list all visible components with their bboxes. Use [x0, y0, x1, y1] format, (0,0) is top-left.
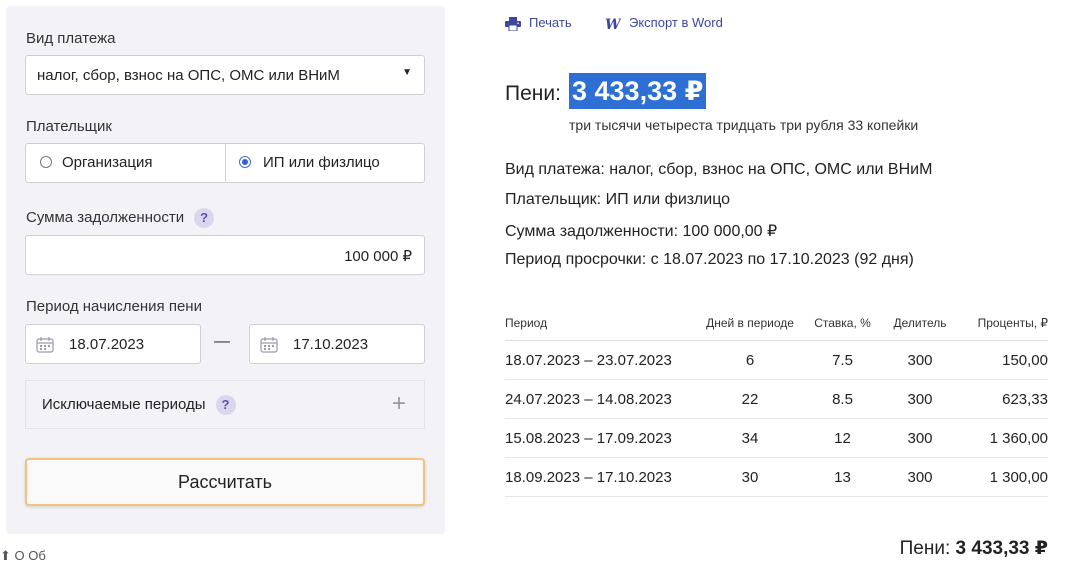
export-word-button[interactable]: W Экспорт в Word [605, 15, 723, 31]
cell-period: 24.07.2023 – 14.08.2023 [505, 379, 695, 419]
cell-interest: 150,00 [960, 340, 1048, 380]
cell-divisor: 300 [880, 457, 960, 497]
print-label: Печать [529, 15, 572, 30]
excluded-periods-toggle[interactable]: Исключаемые периоды? + [25, 380, 425, 429]
cell-days: 6 [695, 340, 805, 380]
print-button[interactable]: Печать [505, 15, 572, 31]
date-from-input[interactable]: 18.07.2023 [25, 324, 201, 364]
period-label: Период начисления пени [26, 298, 202, 315]
cell-period: 18.07.2023 – 23.07.2023 [505, 340, 695, 380]
date-from-value: 18.07.2023 [69, 336, 145, 353]
column-header-period: Период [505, 316, 695, 341]
debt-label-text: Сумма задолженности [26, 208, 185, 226]
caret-down-icon: ▼ [402, 67, 412, 78]
payer-radio-group: Организация ИП или физлицо [25, 143, 425, 183]
periods-table: Период Дней в периоде Ставка, % Делитель… [505, 316, 1048, 497]
table-row: 18.09.2023 – 17.10.2023 30 13 300 1 300,… [505, 457, 1048, 497]
column-header-rate: Ставка, % [805, 316, 880, 341]
calendar-icon[interactable] [36, 336, 54, 353]
cell-divisor: 300 [880, 340, 960, 380]
date-range-separator: — [214, 333, 230, 350]
cell-divisor: 300 [880, 379, 960, 419]
radio-unchecked-icon[interactable] [40, 156, 52, 168]
debt-amount-value: 100 000 ₽ [344, 248, 412, 265]
cut-off-content: ⬆ О Об [0, 548, 46, 562]
date-to-value: 17.10.2023 [293, 336, 369, 353]
cell-period: 18.09.2023 – 17.10.2023 [505, 457, 695, 497]
payer-option-label: ИП или физлицо [263, 154, 380, 171]
cell-days: 30 [695, 457, 805, 497]
peni-amount: 3 433,33 ₽ [569, 73, 707, 109]
table-row: 15.08.2023 – 17.09.2023 34 12 300 1 360,… [505, 418, 1048, 458]
total-amount: 3 433,33 ₽ [955, 538, 1048, 559]
cell-rate: 13 [805, 457, 880, 497]
payer-label: Плательщик [26, 118, 112, 135]
plus-icon[interactable]: + [392, 390, 406, 418]
column-header-interest: Проценты, ₽ [960, 316, 1048, 341]
excluded-periods-text: Исключаемые периоды [42, 395, 206, 413]
info-overdue-period: Период просрочки: с 18.07.2023 по 17.10.… [505, 251, 914, 268]
calendar-icon[interactable] [260, 336, 278, 353]
help-icon[interactable]: ? [194, 208, 215, 228]
column-header-divisor: Делитель [880, 316, 960, 341]
cell-interest: 1 300,00 [960, 457, 1048, 497]
debt-amount-input[interactable]: 100 000 ₽ [25, 235, 425, 275]
table-row: 18.07.2023 – 23.07.2023 6 7.5 300 150,00 [505, 340, 1048, 380]
payment-type-label: Вид платежа [26, 30, 116, 47]
total-peni: Пени: 3 433,33 ₽ [900, 537, 1048, 560]
cell-days: 22 [695, 379, 805, 419]
cell-period: 15.08.2023 – 17.09.2023 [505, 418, 695, 458]
info-payment-type: Вид платежа: налог, сбор, взнос на ОПС, … [505, 161, 933, 178]
payer-option-individual[interactable]: ИП или физлицо [226, 144, 424, 182]
help-icon[interactable]: ? [215, 395, 236, 415]
word-icon: W [605, 17, 621, 31]
cell-rate: 12 [805, 418, 880, 458]
table-row: 24.07.2023 – 14.08.2023 22 8.5 300 623,3… [505, 379, 1048, 419]
excluded-periods-label: Исключаемые периоды? [42, 395, 236, 415]
calculator-form: Вид платежа налог, сбор, взнос на ОПС, О… [6, 6, 445, 534]
cell-rate: 8.5 [805, 379, 880, 419]
peni-amount-words: три тысячи четыреста тридцать три рубля … [569, 117, 919, 133]
radio-checked-icon[interactable] [239, 156, 251, 168]
info-payer: Плательщик: ИП или физлицо [505, 191, 731, 208]
cell-divisor: 300 [880, 418, 960, 458]
date-to-input[interactable]: 17.10.2023 [249, 324, 425, 364]
total-label: Пени: [899, 538, 951, 559]
info-debt: Сумма задолженности: 100 000,00 ₽ [505, 223, 778, 240]
payer-option-label: Организация [62, 154, 153, 171]
cell-rate: 7.5 [805, 340, 880, 380]
payment-type-select[interactable]: налог, сбор, взнос на ОПС, ОМС или ВНиМ … [25, 55, 425, 95]
cell-days: 34 [695, 418, 805, 458]
column-header-days: Дней в периоде [695, 316, 805, 341]
calculate-button[interactable]: Рассчитать [25, 458, 425, 506]
table-header-row: Период Дней в периоде Ставка, % Делитель… [505, 316, 1048, 341]
payment-type-value: налог, сбор, взнос на ОПС, ОМС или ВНиМ [37, 67, 340, 84]
svg-text:W: W [605, 17, 621, 31]
cell-interest: 1 360,00 [960, 418, 1048, 458]
debt-label: Сумма задолженности? [26, 208, 215, 228]
export-word-label: Экспорт в Word [629, 15, 723, 30]
payer-option-organization[interactable]: Организация [26, 144, 226, 182]
peni-label: Пени: [505, 82, 561, 105]
printer-icon [505, 16, 521, 31]
cell-interest: 623,33 [960, 379, 1048, 419]
